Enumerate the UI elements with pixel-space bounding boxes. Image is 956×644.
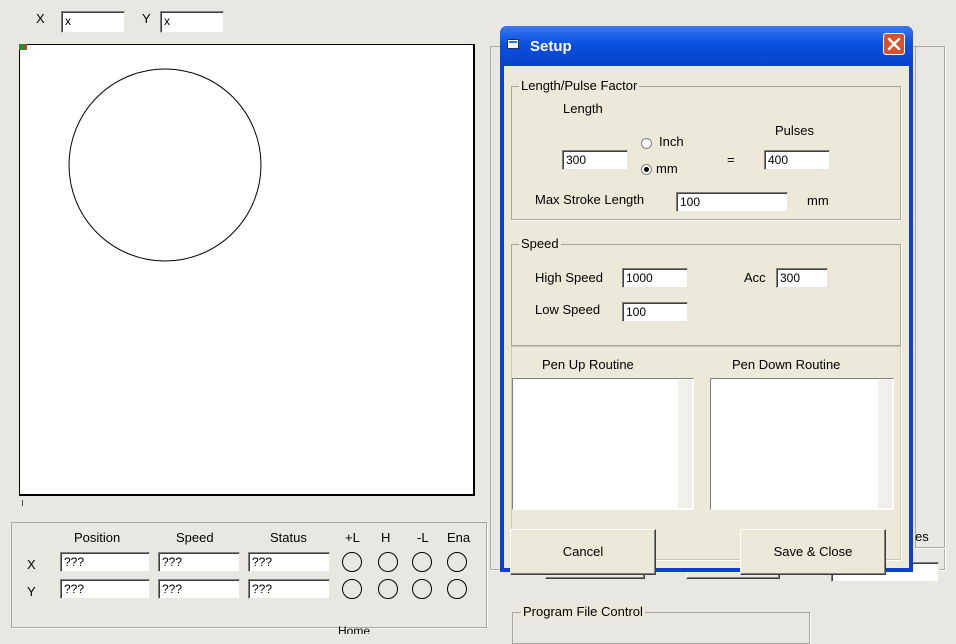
close-button[interactable] (883, 33, 905, 55)
canvas-corner-tick (22, 500, 23, 506)
header-plus-limit: +L (345, 530, 360, 545)
header-speed: Speed (176, 530, 214, 545)
dialog-title: Setup (530, 38, 572, 55)
y-status-field[interactable]: ??? (248, 579, 330, 599)
mm-radio[interactable] (641, 164, 652, 175)
y-position-field[interactable]: ??? (60, 579, 150, 599)
acc-input[interactable]: 300 (776, 268, 828, 288)
close-icon (887, 37, 901, 51)
x-plus-limit-indicator (342, 552, 362, 572)
cancel-button[interactable]: Cancel (510, 529, 656, 575)
drawn-circle (68, 68, 262, 262)
header-position: Position (74, 530, 121, 545)
save-close-button[interactable]: Save & Close (740, 529, 886, 575)
max-stroke-input[interactable]: 100 (676, 192, 788, 212)
high-speed-input[interactable]: 1000 (622, 268, 688, 288)
setup-dialog: Setup Length/Pulse Factor Length 300 Inc… (500, 26, 913, 575)
origin-marker-icon (19, 44, 27, 50)
program-file-control-title: Program File Control (521, 604, 645, 619)
header-home: H (381, 530, 391, 545)
header-minus-limit: -L (417, 530, 429, 545)
x-home-indicator (378, 552, 398, 572)
pen-down-scrollbar[interactable] (878, 380, 892, 508)
low-speed-label: Low Speed (535, 302, 601, 317)
y-enable-indicator (447, 579, 467, 599)
pulses-input[interactable]: 400 (764, 150, 830, 170)
y-coord-field[interactable]: x (160, 11, 224, 33)
y-home-indicator (378, 579, 398, 599)
inch-label: Inch (659, 134, 684, 149)
equals-sign: = (727, 152, 735, 167)
max-stroke-unit: mm (807, 193, 829, 208)
home-caption: Home (338, 625, 371, 634)
pen-up-routine-list[interactable] (512, 378, 694, 510)
y-plus-limit-indicator (342, 579, 362, 599)
pen-down-routine-list[interactable] (710, 378, 894, 510)
speed-title: Speed (519, 236, 561, 251)
high-speed-label: High Speed (535, 270, 603, 285)
y-minus-limit-indicator (412, 579, 432, 599)
background-right-column-frame (915, 46, 945, 548)
y-speed-field[interactable]: ??? (158, 579, 240, 599)
x-coord-field[interactable]: x (61, 11, 125, 33)
pen-down-label: Pen Down Routine (732, 357, 841, 372)
low-speed-input[interactable]: 100 (622, 302, 688, 322)
x-speed-field[interactable]: ??? (158, 552, 240, 572)
length-input[interactable]: 300 (562, 150, 628, 170)
x-status-field[interactable]: ??? (248, 552, 330, 572)
acc-label: Acc (744, 270, 766, 285)
y-coord-label: Y (142, 11, 151, 26)
window-icon (507, 39, 519, 49)
length-pulse-title: Length/Pulse Factor (519, 78, 640, 93)
pen-up-label: Pen Up Routine (542, 357, 634, 372)
pen-up-scrollbar[interactable] (678, 380, 692, 508)
inch-radio[interactable] (641, 138, 652, 149)
row-y-axis-label: Y (27, 584, 36, 599)
speed-frame (511, 244, 901, 346)
pulses-label: Pulses (775, 123, 815, 138)
header-status: Status (270, 530, 307, 545)
x-enable-indicator (447, 552, 467, 572)
length-label: Length (563, 101, 603, 116)
x-position-field[interactable]: ??? (60, 552, 150, 572)
row-x-axis-label: X (27, 557, 36, 572)
x-coord-label: X (36, 11, 45, 26)
x-minus-limit-indicator (412, 552, 432, 572)
header-enable: Ena (447, 530, 471, 545)
dialog-client-area: Length/Pulse Factor Length 300 Inch mm =… (504, 66, 909, 575)
max-stroke-label: Max Stroke Length (535, 192, 645, 207)
drawing-canvas[interactable] (19, 44, 475, 496)
mm-radio-label: mm (656, 161, 678, 176)
background-es-label: es (915, 529, 929, 544)
